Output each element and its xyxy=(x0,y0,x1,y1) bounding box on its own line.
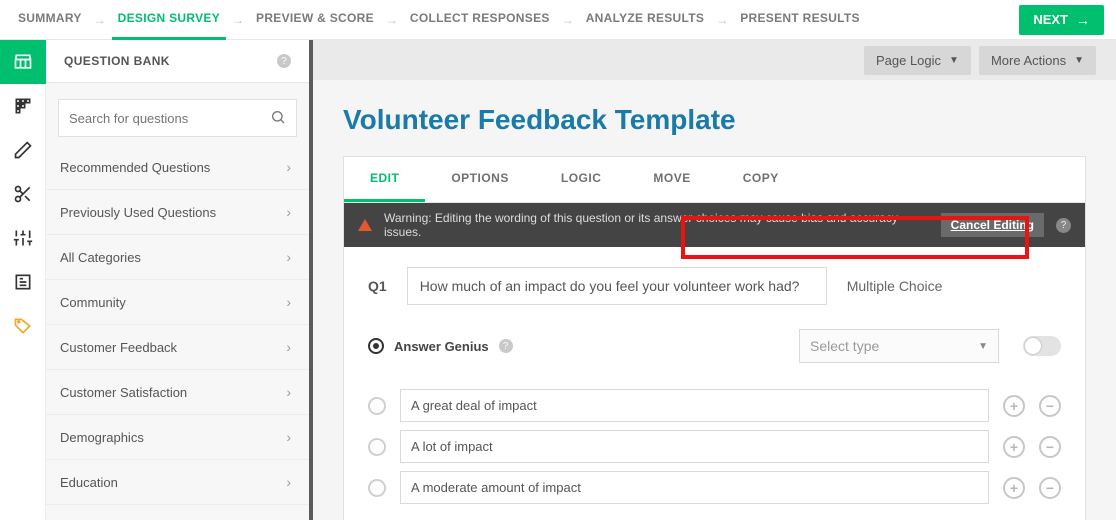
warning-message: Warning: Editing the wording of this que… xyxy=(384,211,929,239)
answer-genius-row: Answer Genius ? Select type ▼ xyxy=(344,325,1085,379)
question-type-label[interactable]: Multiple Choice xyxy=(847,278,943,294)
category-customer-satisfaction[interactable]: Customer Satisfaction› xyxy=(46,370,309,415)
caret-down-icon: ▼ xyxy=(949,55,959,66)
step-separator: → xyxy=(562,13,574,27)
tab-copy[interactable]: COPY xyxy=(717,157,805,202)
question-search[interactable] xyxy=(58,99,297,137)
chevron-right-icon: › xyxy=(286,249,291,265)
step-analyze-results[interactable]: ANALYZE RESULTS xyxy=(580,0,711,40)
remove-answer-button[interactable]: − xyxy=(1039,395,1061,417)
rail-chart-icon[interactable] xyxy=(0,84,46,128)
answer-genius-icon xyxy=(368,338,384,354)
answer-row: + − xyxy=(368,389,1061,422)
content-area: Page Logic ▼ More Actions ▼ Volunteer Fe… xyxy=(313,40,1116,520)
content-topbar: Page Logic ▼ More Actions ▼ xyxy=(313,40,1116,80)
step-separator: → xyxy=(716,13,728,27)
question-bank-categories: Recommended Questions› Previously Used Q… xyxy=(46,145,309,520)
category-demographics[interactable]: Demographics› xyxy=(46,415,309,460)
chevron-right-icon: › xyxy=(286,204,291,220)
answer-list: + − + − + − xyxy=(344,379,1085,520)
step-collect-responses[interactable]: COLLECT RESPONSES xyxy=(404,0,556,40)
category-customer-feedback[interactable]: Customer Feedback› xyxy=(46,325,309,370)
answer-genius-toggle[interactable] xyxy=(1023,336,1061,356)
step-separator: → xyxy=(232,13,244,27)
remove-answer-button[interactable]: − xyxy=(1039,477,1061,499)
survey-title: Volunteer Feedback Template xyxy=(313,80,1116,146)
help-icon[interactable]: ? xyxy=(499,339,513,353)
answer-row: + − xyxy=(368,471,1061,504)
answer-row: + − xyxy=(368,430,1061,463)
chevron-right-icon: › xyxy=(286,384,291,400)
arrow-right-icon: → xyxy=(1076,12,1090,28)
answer-input[interactable] xyxy=(400,430,989,463)
question-bank-title: QUESTION BANK xyxy=(64,54,277,68)
add-answer-button[interactable]: + xyxy=(1003,395,1025,417)
caret-down-icon: ▼ xyxy=(1074,55,1084,66)
top-nav: SUMMARY → DESIGN SURVEY → PREVIEW & SCOR… xyxy=(0,0,1116,40)
next-button[interactable]: NEXT → xyxy=(1019,5,1104,35)
question-bank-header: QUESTION BANK ? xyxy=(46,40,309,83)
search-icon xyxy=(270,109,286,128)
rail-scissors-icon[interactable] xyxy=(0,172,46,216)
warning-icon xyxy=(358,219,372,231)
answer-input[interactable] xyxy=(400,471,989,504)
chevron-right-icon: › xyxy=(286,294,291,310)
question-editor-card: EDIT OPTIONS LOGIC MOVE COPY Warning: Ed… xyxy=(343,156,1086,520)
rail-tag-icon[interactable] xyxy=(0,304,46,348)
help-icon[interactable]: ? xyxy=(277,54,291,68)
icon-rail xyxy=(0,40,46,520)
caret-down-icon: ▼ xyxy=(978,341,988,352)
step-design-survey[interactable]: DESIGN SURVEY xyxy=(112,0,226,40)
question-row: Q1 Multiple Choice xyxy=(344,247,1085,325)
editor-tabs: EDIT OPTIONS LOGIC MOVE COPY xyxy=(344,157,1085,203)
remove-answer-button[interactable]: − xyxy=(1039,436,1061,458)
wizard-steps: SUMMARY → DESIGN SURVEY → PREVIEW & SCOR… xyxy=(12,0,866,40)
answer-genius-label: Answer Genius xyxy=(394,339,489,354)
next-button-label: NEXT xyxy=(1033,12,1068,27)
tab-move[interactable]: MOVE xyxy=(627,157,716,202)
chevron-right-icon: › xyxy=(286,339,291,355)
category-recommended-questions[interactable]: Recommended Questions› xyxy=(46,145,309,190)
page-logic-button[interactable]: Page Logic ▼ xyxy=(864,46,971,75)
add-answer-button[interactable]: + xyxy=(1003,477,1025,499)
rail-sliders-icon[interactable] xyxy=(0,216,46,260)
radio-icon xyxy=(368,479,386,497)
select-type-dropdown[interactable]: Select type ▼ xyxy=(799,329,999,363)
question-bank-sidebar: QUESTION BANK ? Recommended Questions› P… xyxy=(46,40,313,520)
tab-logic[interactable]: LOGIC xyxy=(535,157,628,202)
step-preview-score[interactable]: PREVIEW & SCORE xyxy=(250,0,380,40)
chevron-right-icon: › xyxy=(286,474,291,490)
rail-build-icon[interactable] xyxy=(0,40,46,84)
question-text-input[interactable] xyxy=(407,267,827,305)
radio-icon xyxy=(368,397,386,415)
category-education[interactable]: Education› xyxy=(46,460,309,505)
more-actions-button[interactable]: More Actions ▼ xyxy=(979,46,1096,75)
category-community[interactable]: Community› xyxy=(46,280,309,325)
step-summary[interactable]: SUMMARY xyxy=(12,0,88,40)
radio-icon xyxy=(368,438,386,456)
step-separator: → xyxy=(94,13,106,27)
answer-input[interactable] xyxy=(400,389,989,422)
warning-bar: Warning: Editing the wording of this que… xyxy=(344,203,1085,247)
add-answer-button[interactable]: + xyxy=(1003,436,1025,458)
tab-options[interactable]: OPTIONS xyxy=(425,157,535,202)
cancel-editing-button[interactable]: Cancel Editing xyxy=(941,213,1044,237)
category-all-categories[interactable]: All Categories› xyxy=(46,235,309,280)
category-previously-used-questions[interactable]: Previously Used Questions› xyxy=(46,190,309,235)
main-layout: QUESTION BANK ? Recommended Questions› P… xyxy=(0,40,1116,520)
question-search-input[interactable] xyxy=(69,111,270,126)
chevron-right-icon: › xyxy=(286,429,291,445)
chevron-right-icon: › xyxy=(286,159,291,175)
step-separator: → xyxy=(386,13,398,27)
help-icon[interactable]: ? xyxy=(1056,218,1071,233)
rail-layout-icon[interactable] xyxy=(0,260,46,304)
tab-edit[interactable]: EDIT xyxy=(344,157,425,202)
rail-pencil-icon[interactable] xyxy=(0,128,46,172)
step-present-results[interactable]: PRESENT RESULTS xyxy=(734,0,866,40)
question-number: Q1 xyxy=(368,278,387,294)
